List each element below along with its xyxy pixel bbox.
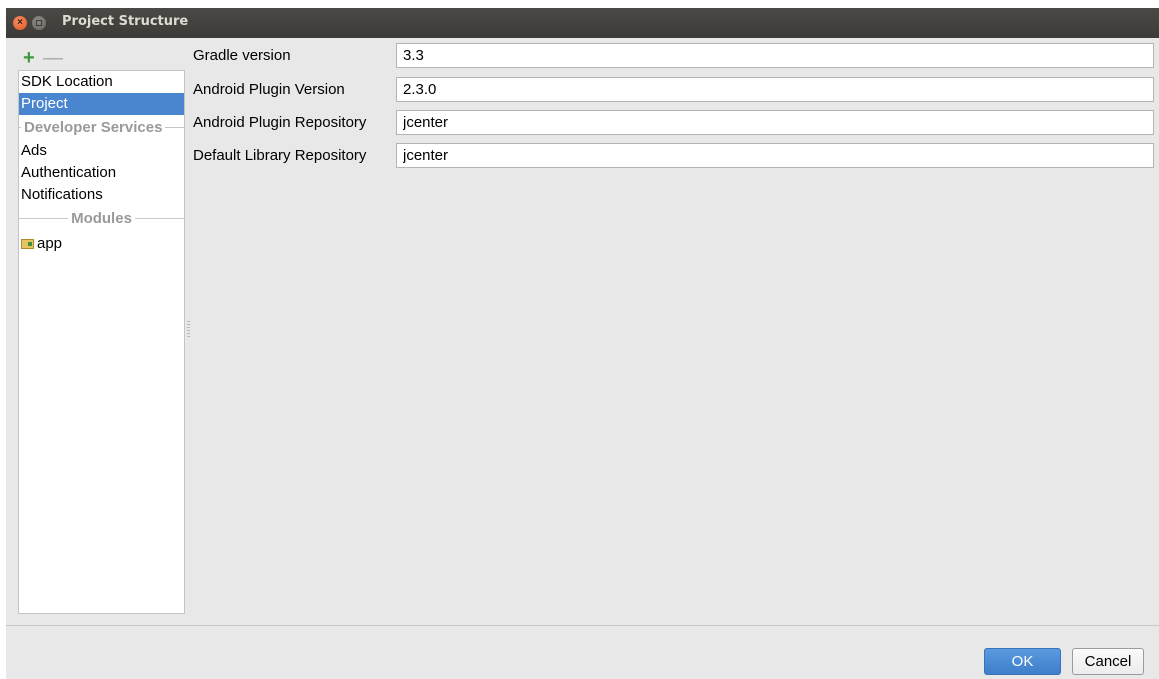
- sidebar-section-modules: Modules: [19, 207, 184, 229]
- title-bar: × Project Structure: [6, 8, 1159, 38]
- android-plugin-repository-input[interactable]: [396, 110, 1154, 135]
- gradle-version-input[interactable]: [396, 43, 1154, 68]
- default-library-repository-input[interactable]: [396, 143, 1154, 168]
- android-plugin-version-label: Android Plugin Version: [193, 81, 345, 98]
- sidebar: SDK Location Project Developer Services …: [18, 70, 185, 614]
- sidebar-item-authentication[interactable]: Authentication: [19, 162, 184, 184]
- sidebar-item-notifications[interactable]: Notifications: [19, 184, 184, 206]
- android-plugin-repository-label: Android Plugin Repository: [193, 114, 367, 131]
- project-structure-dialog: × Project Structure + — SDK Location Pro…: [6, 8, 1159, 679]
- cancel-button[interactable]: Cancel: [1072, 648, 1144, 675]
- sidebar-item-module-app[interactable]: app: [19, 233, 184, 255]
- splitter-handle[interactable]: [187, 321, 190, 339]
- module-folder-icon: [21, 239, 34, 249]
- android-plugin-version-input[interactable]: [396, 77, 1154, 102]
- sidebar-section-developer-services: Developer Services: [19, 116, 184, 138]
- module-label: app: [37, 235, 63, 252]
- remove-icon[interactable]: —: [43, 47, 63, 70]
- add-icon[interactable]: +: [23, 47, 35, 70]
- close-icon[interactable]: ×: [13, 16, 27, 30]
- gradle-version-label: Gradle version: [193, 47, 291, 64]
- sidebar-item-ads[interactable]: Ads: [19, 140, 184, 162]
- footer-divider: [6, 625, 1159, 626]
- section-header: Developer Services: [24, 118, 163, 136]
- sidebar-item-sdk-location[interactable]: SDK Location: [19, 71, 184, 93]
- section-header: Modules: [71, 209, 132, 227]
- ok-button[interactable]: OK: [984, 648, 1061, 675]
- default-library-repository-label: Default Library Repository: [193, 147, 367, 164]
- section-divider: [134, 217, 184, 219]
- minimize-icon[interactable]: [32, 16, 46, 30]
- sidebar-item-project[interactable]: Project: [19, 93, 184, 115]
- section-divider: [19, 217, 69, 219]
- section-divider: [165, 126, 184, 128]
- window-title: Project Structure: [62, 14, 189, 29]
